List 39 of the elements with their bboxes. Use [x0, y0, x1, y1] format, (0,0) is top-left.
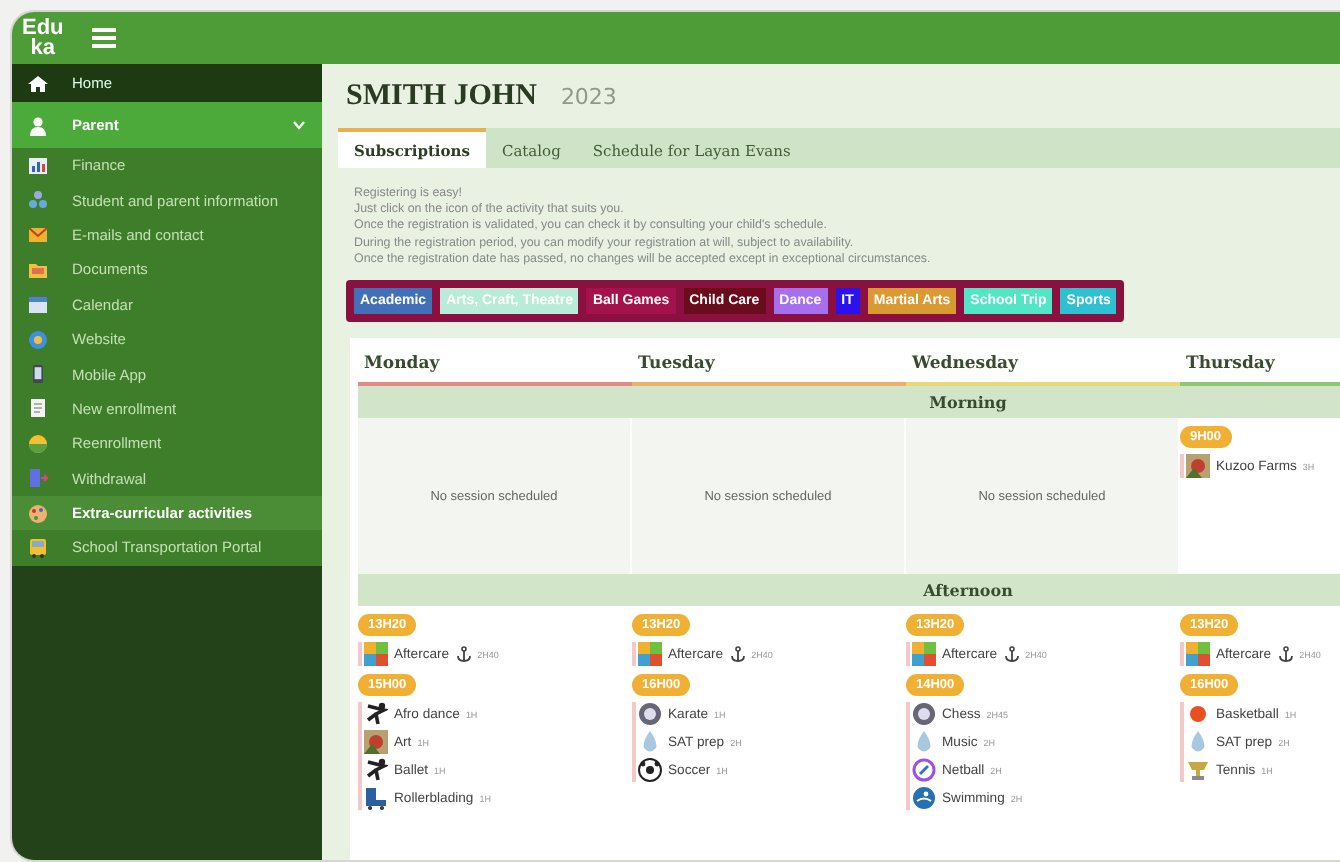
circle-icon: [28, 433, 48, 454]
activity-icon: [912, 730, 936, 755]
activity-icon: [364, 642, 388, 667]
school-year: 2023: [560, 84, 617, 110]
menu-icon[interactable]: [91, 28, 116, 48]
activity-icon: [1186, 454, 1210, 479]
people-icon: [28, 190, 48, 211]
activity-icon: [912, 642, 936, 667]
calendar-icon: [28, 294, 48, 315]
bus-icon: [28, 537, 48, 558]
activity-icon: [638, 730, 662, 755]
period-header: Afternoon: [358, 574, 1340, 607]
activity-icon: [364, 702, 388, 727]
activity-icon: [1186, 758, 1210, 783]
activity-icon: [364, 730, 388, 755]
activity-icon: [364, 786, 388, 811]
page-icon: [28, 398, 48, 419]
activity-icon: [1186, 730, 1210, 755]
period-header: Morning: [358, 386, 1340, 419]
activity-icon: [638, 642, 662, 667]
folder-icon: [28, 259, 48, 280]
student-name: SMITH JOHN: [346, 80, 537, 114]
mail-icon: [28, 224, 48, 245]
activity-icon: [638, 702, 662, 727]
activity-icon: [912, 702, 936, 727]
phone-icon: [28, 364, 48, 385]
chevron-icon: [292, 120, 306, 130]
activity-icon: [1186, 702, 1210, 727]
house-icon: [28, 73, 48, 93]
door-icon: [28, 468, 48, 489]
activity-icon: [912, 758, 936, 783]
activity-icon: [638, 758, 662, 783]
person-icon: [28, 115, 48, 135]
palette-icon: [28, 503, 48, 524]
activity-icon: [1186, 642, 1210, 667]
chart-icon: [28, 155, 48, 176]
activity-icon: [912, 786, 936, 811]
activity-icon: [364, 758, 388, 783]
globe-icon: [28, 329, 48, 350]
